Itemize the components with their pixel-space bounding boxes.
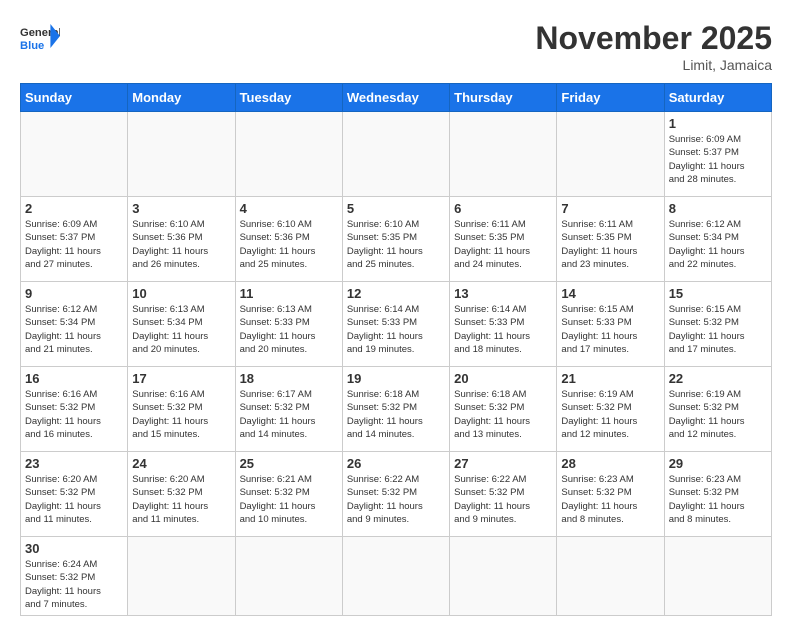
logo: General Blue (20, 20, 60, 60)
calendar-row-1: 1 Sunrise: 6:09 AMSunset: 5:37 PMDayligh… (21, 112, 772, 197)
header-sunday: Sunday (21, 84, 128, 112)
day-number-1: 1 (669, 116, 767, 131)
day-30: 30 Sunrise: 6:24 AMSunset: 5:32 PMDaylig… (21, 537, 128, 616)
day-1: 1 Sunrise: 6:09 AMSunset: 5:37 PMDayligh… (664, 112, 771, 197)
month-title: November 2025 (535, 20, 772, 57)
day-8: 8 Sunrise: 6:12 AMSunset: 5:34 PMDayligh… (664, 197, 771, 282)
day-5: 5 Sunrise: 6:10 AMSunset: 5:35 PMDayligh… (342, 197, 449, 282)
day-27: 27 Sunrise: 6:22 AMSunset: 5:32 PMDaylig… (450, 452, 557, 537)
day-6: 6 Sunrise: 6:11 AMSunset: 5:35 PMDayligh… (450, 197, 557, 282)
empty-cell (557, 112, 664, 197)
day-25: 25 Sunrise: 6:21 AMSunset: 5:32 PMDaylig… (235, 452, 342, 537)
day-26: 26 Sunrise: 6:22 AMSunset: 5:32 PMDaylig… (342, 452, 449, 537)
day-10: 10 Sunrise: 6:13 AMSunset: 5:34 PMDaylig… (128, 282, 235, 367)
empty-cell (235, 112, 342, 197)
header-friday: Friday (557, 84, 664, 112)
header-saturday: Saturday (664, 84, 771, 112)
calendar-row-4: 16 Sunrise: 6:16 AMSunset: 5:32 PMDaylig… (21, 367, 772, 452)
day-15: 15 Sunrise: 6:15 AMSunset: 5:32 PMDaylig… (664, 282, 771, 367)
empty-cell (128, 112, 235, 197)
day-19: 19 Sunrise: 6:18 AMSunset: 5:32 PMDaylig… (342, 367, 449, 452)
empty-cell (557, 537, 664, 616)
header-wednesday: Wednesday (342, 84, 449, 112)
day-7: 7 Sunrise: 6:11 AMSunset: 5:35 PMDayligh… (557, 197, 664, 282)
logo-icon: General Blue (20, 20, 60, 60)
day-11: 11 Sunrise: 6:13 AMSunset: 5:33 PMDaylig… (235, 282, 342, 367)
day-2: 2 Sunrise: 6:09 AMSunset: 5:37 PMDayligh… (21, 197, 128, 282)
calendar-row-6: 30 Sunrise: 6:24 AMSunset: 5:32 PMDaylig… (21, 537, 772, 616)
empty-cell (664, 537, 771, 616)
day-13: 13 Sunrise: 6:14 AMSunset: 5:33 PMDaylig… (450, 282, 557, 367)
empty-cell (21, 112, 128, 197)
calendar-row-3: 9 Sunrise: 6:12 AMSunset: 5:34 PMDayligh… (21, 282, 772, 367)
day-24: 24 Sunrise: 6:20 AMSunset: 5:32 PMDaylig… (128, 452, 235, 537)
svg-text:Blue: Blue (20, 40, 44, 52)
day-14: 14 Sunrise: 6:15 AMSunset: 5:33 PMDaylig… (557, 282, 664, 367)
day-9: 9 Sunrise: 6:12 AMSunset: 5:34 PMDayligh… (21, 282, 128, 367)
day-12: 12 Sunrise: 6:14 AMSunset: 5:33 PMDaylig… (342, 282, 449, 367)
day-20: 20 Sunrise: 6:18 AMSunset: 5:32 PMDaylig… (450, 367, 557, 452)
header-tuesday: Tuesday (235, 84, 342, 112)
calendar-table: Sunday Monday Tuesday Wednesday Thursday… (20, 83, 772, 616)
header-monday: Monday (128, 84, 235, 112)
empty-cell (450, 537, 557, 616)
empty-cell (450, 112, 557, 197)
day-3: 3 Sunrise: 6:10 AMSunset: 5:36 PMDayligh… (128, 197, 235, 282)
title-block: November 2025 Limit, Jamaica (535, 20, 772, 73)
day-23: 23 Sunrise: 6:20 AMSunset: 5:32 PMDaylig… (21, 452, 128, 537)
day-info-1: Sunrise: 6:09 AMSunset: 5:37 PMDaylight:… (669, 133, 767, 186)
empty-cell (235, 537, 342, 616)
empty-cell (342, 537, 449, 616)
empty-cell (342, 112, 449, 197)
calendar-row-5: 23 Sunrise: 6:20 AMSunset: 5:32 PMDaylig… (21, 452, 772, 537)
day-4: 4 Sunrise: 6:10 AMSunset: 5:36 PMDayligh… (235, 197, 342, 282)
day-29: 29 Sunrise: 6:23 AMSunset: 5:32 PMDaylig… (664, 452, 771, 537)
day-28: 28 Sunrise: 6:23 AMSunset: 5:32 PMDaylig… (557, 452, 664, 537)
weekday-header-row: Sunday Monday Tuesday Wednesday Thursday… (21, 84, 772, 112)
day-16: 16 Sunrise: 6:16 AMSunset: 5:32 PMDaylig… (21, 367, 128, 452)
day-18: 18 Sunrise: 6:17 AMSunset: 5:32 PMDaylig… (235, 367, 342, 452)
header-thursday: Thursday (450, 84, 557, 112)
location: Limit, Jamaica (535, 57, 772, 73)
day-22: 22 Sunrise: 6:19 AMSunset: 5:32 PMDaylig… (664, 367, 771, 452)
page-header: General Blue November 2025 Limit, Jamaic… (20, 20, 772, 73)
calendar-row-2: 2 Sunrise: 6:09 AMSunset: 5:37 PMDayligh… (21, 197, 772, 282)
day-17: 17 Sunrise: 6:16 AMSunset: 5:32 PMDaylig… (128, 367, 235, 452)
day-21: 21 Sunrise: 6:19 AMSunset: 5:32 PMDaylig… (557, 367, 664, 452)
empty-cell (128, 537, 235, 616)
